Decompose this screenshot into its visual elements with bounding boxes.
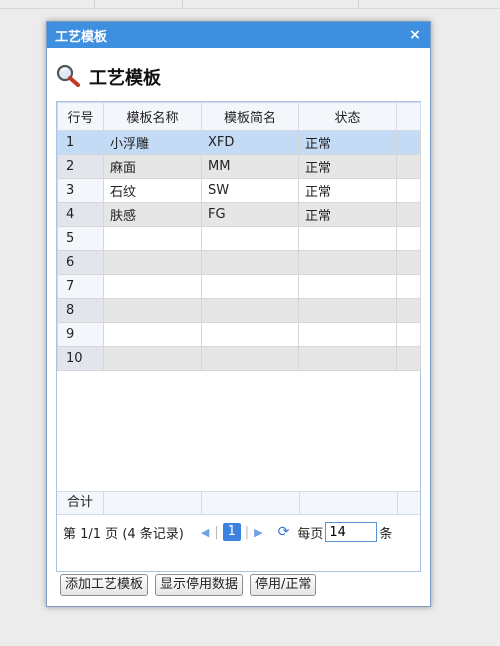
cell-name[interactable] <box>103 346 202 371</box>
template-grid: 行号 模板名称 模板简名 状态 1 小浮雕 XFD 正常 2 麻面 MM 正常 … <box>56 101 421 572</box>
row-number: 6 <box>57 250 104 275</box>
cell-short[interactable] <box>201 250 299 275</box>
action-buttons: 添加工艺模板 显示停用数据 停用/正常 <box>60 574 317 596</box>
cell-status[interactable] <box>298 298 397 323</box>
cell-spacer <box>396 178 421 203</box>
cell-spacer <box>396 298 421 323</box>
per-page-unit: 条 <box>379 526 393 542</box>
cell-spacer <box>396 322 421 347</box>
total-cell-short <box>202 492 300 514</box>
dialog-title: 工艺模板 <box>55 29 108 45</box>
cell-name[interactable] <box>103 274 202 299</box>
toggle-status-button[interactable]: 停用/正常 <box>250 574 317 596</box>
cell-spacer <box>396 130 421 155</box>
table-row[interactable]: 1 小浮雕 XFD 正常 <box>57 130 421 155</box>
search-magnifier-icon <box>55 63 81 91</box>
cell-spacer <box>396 250 421 275</box>
cell-spacer <box>396 346 421 371</box>
prev-page-icon[interactable]: ◀ <box>201 526 209 539</box>
row-number: 5 <box>57 226 104 251</box>
column-header-rownum[interactable]: 行号 <box>57 102 104 131</box>
cell-short[interactable] <box>201 298 299 323</box>
row-number: 1 <box>57 130 104 155</box>
row-number: 7 <box>57 274 104 299</box>
table-row[interactable]: 6 <box>57 250 421 275</box>
column-header-name[interactable]: 模板名称 <box>103 102 202 131</box>
cell-name[interactable]: 肤感 <box>103 202 202 227</box>
table-row[interactable]: 8 <box>57 298 421 323</box>
table-row[interactable]: 5 <box>57 226 421 251</box>
cell-spacer <box>396 274 421 299</box>
pager-separator: | <box>244 524 250 540</box>
cell-spacer <box>396 202 421 227</box>
row-number: 9 <box>57 322 104 347</box>
cell-short[interactable]: SW <box>201 178 299 203</box>
pagination-bar: 第 1/1 页 (4 条记录) ◀ | 1 | ▶ ⟳ 每页 条 <box>57 515 420 549</box>
cell-status[interactable] <box>298 226 397 251</box>
table-header-row: 行号 模板名称 模板简名 状态 <box>57 102 421 131</box>
cell-short[interactable]: FG <box>201 202 299 227</box>
template-table: 行号 模板名称 模板简名 状态 1 小浮雕 XFD 正常 2 麻面 MM 正常 … <box>57 102 421 371</box>
close-icon[interactable]: × <box>408 27 422 43</box>
page-info: 第 1/1 页 (4 条记录) <box>63 526 184 542</box>
next-page-icon[interactable]: ▶ <box>254 526 262 539</box>
refresh-icon[interactable]: ⟳ <box>278 524 290 540</box>
current-page-button[interactable]: 1 <box>222 523 241 541</box>
table-row[interactable]: 7 <box>57 274 421 299</box>
row-number: 3 <box>57 178 104 203</box>
cell-status[interactable]: 正常 <box>298 130 397 155</box>
cell-spacer <box>396 154 421 179</box>
cell-short[interactable]: XFD <box>201 130 299 155</box>
table-row[interactable]: 4 肤感 FG 正常 <box>57 202 421 227</box>
cell-status[interactable] <box>298 322 397 347</box>
total-label: 合计 <box>57 492 104 514</box>
add-template-button[interactable]: 添加工艺模板 <box>60 574 149 596</box>
table-row[interactable]: 10 <box>57 346 421 371</box>
table-row[interactable]: 3 石纹 SW 正常 <box>57 178 421 203</box>
column-header-status[interactable]: 状态 <box>298 102 397 131</box>
cell-name[interactable]: 麻面 <box>103 154 202 179</box>
pager-separator: | <box>214 524 219 540</box>
cell-spacer <box>396 226 421 251</box>
cell-short[interactable] <box>201 274 299 299</box>
cell-name[interactable] <box>103 322 202 347</box>
row-number: 10 <box>57 346 104 371</box>
cell-name[interactable] <box>103 250 202 275</box>
cell-short[interactable] <box>201 226 299 251</box>
table-row[interactable]: 2 麻面 MM 正常 <box>57 154 421 179</box>
cell-name[interactable]: 小浮雕 <box>103 130 202 155</box>
per-page-label: 每页 <box>297 526 324 542</box>
cell-name[interactable] <box>103 298 202 323</box>
show-disabled-button[interactable]: 显示停用数据 <box>155 574 244 596</box>
per-page-input[interactable] <box>325 522 378 542</box>
row-number: 8 <box>57 298 104 323</box>
cell-name[interactable]: 石纹 <box>103 178 202 203</box>
total-row: 合计 <box>57 491 420 515</box>
cell-status[interactable]: 正常 <box>298 154 397 179</box>
cell-status[interactable] <box>298 346 397 371</box>
total-cell-name <box>104 492 202 514</box>
dialog-titlebar: 工艺模板 × <box>47 22 430 48</box>
page-title: 工艺模板 <box>89 68 161 89</box>
total-cell-status <box>300 492 398 514</box>
cell-status[interactable] <box>298 250 397 275</box>
cell-name[interactable] <box>103 226 202 251</box>
row-number: 2 <box>57 154 104 179</box>
cell-status[interactable] <box>298 274 397 299</box>
row-number: 4 <box>57 202 104 227</box>
cell-short[interactable]: MM <box>201 154 299 179</box>
template-dialog: 工艺模板 × 工艺模板 行号 模板名称 模板简名 状态 1 小浮雕 XFD 正常… <box>46 21 431 607</box>
cell-status[interactable]: 正常 <box>298 202 397 227</box>
page-header: 工艺模板 <box>55 64 161 90</box>
column-header-short[interactable]: 模板简名 <box>201 102 299 131</box>
column-header-spacer <box>396 102 421 131</box>
cell-status[interactable]: 正常 <box>298 178 397 203</box>
table-row[interactable]: 9 <box>57 322 421 347</box>
cell-short[interactable] <box>201 346 299 371</box>
cell-short[interactable] <box>201 322 299 347</box>
